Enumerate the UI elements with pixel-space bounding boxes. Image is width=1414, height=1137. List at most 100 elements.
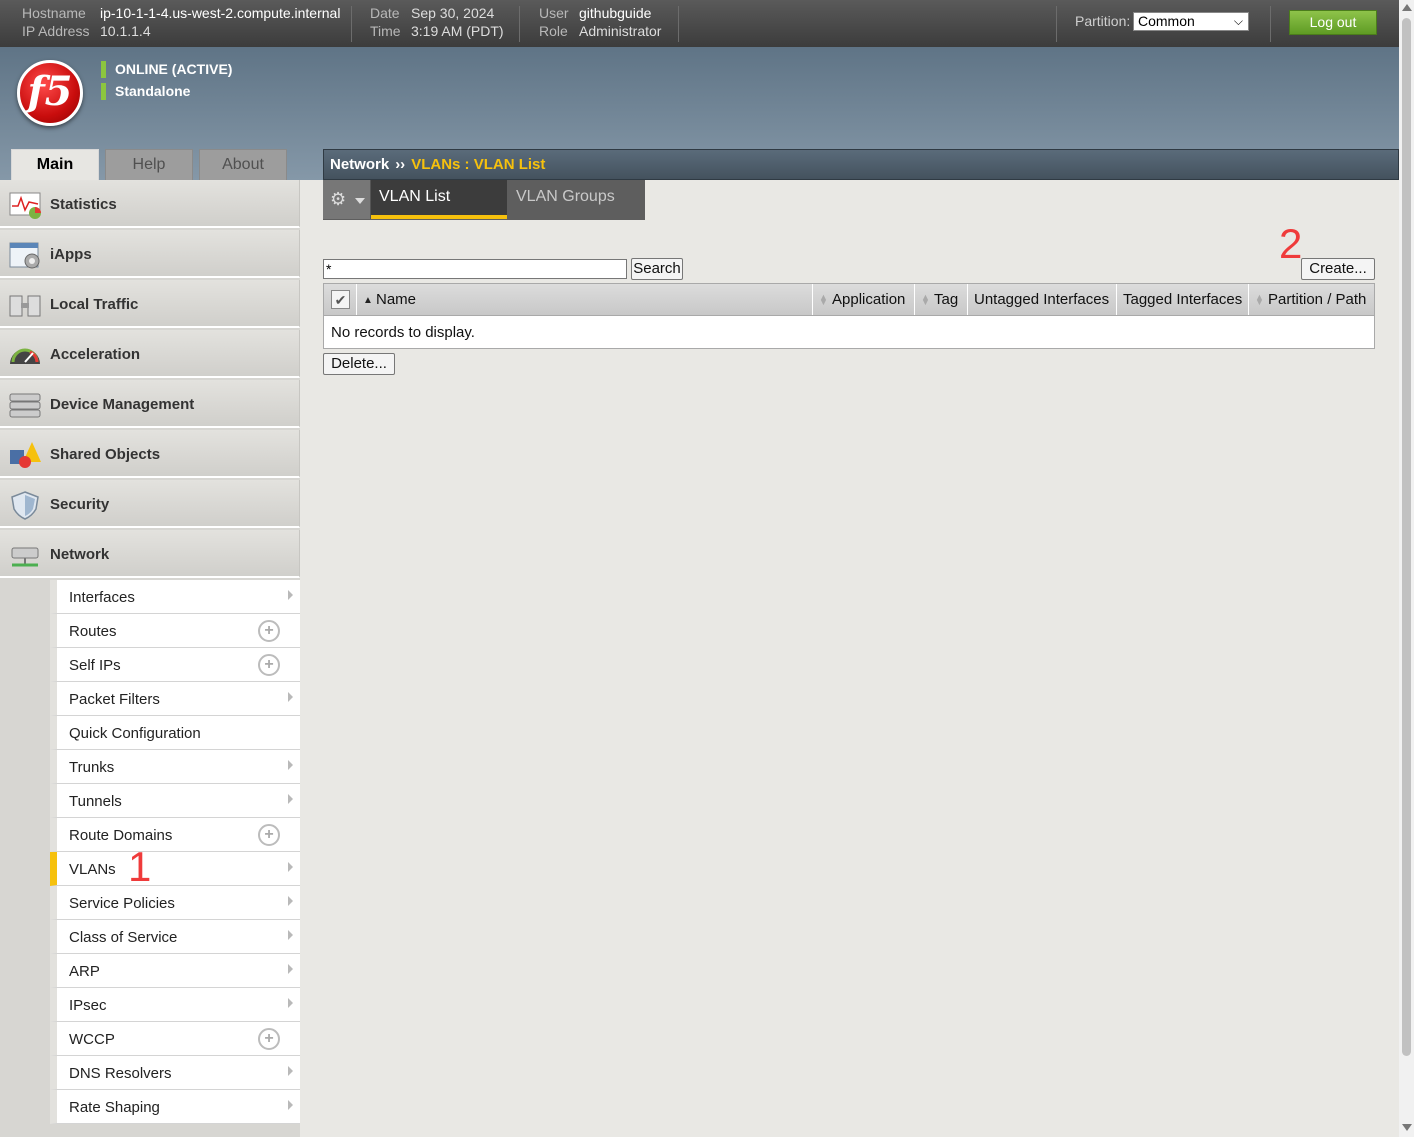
gear-icon[interactable]: ⚙ — [323, 180, 371, 219]
subnav-item-wccp[interactable]: WCCP + — [50, 1022, 300, 1056]
subnav-item-quick-configuration[interactable]: Quick Configuration — [50, 716, 300, 750]
column-untagged-interfaces: Untagged Interfaces — [968, 284, 1117, 315]
subnav-label: Packet Filters — [69, 691, 160, 708]
role-value: Administrator — [579, 23, 662, 39]
breadcrumb-section[interactable]: Network — [330, 156, 389, 173]
hostname-label: Hostname — [22, 5, 86, 21]
add-icon[interactable]: + — [258, 824, 280, 846]
subnav-item-vlans[interactable]: VLANs — [50, 852, 300, 886]
tab-about[interactable]: About — [199, 149, 287, 180]
add-icon[interactable]: + — [258, 654, 280, 676]
subtab-bar: ⚙ VLAN List VLAN Groups — [323, 180, 645, 220]
subnav-item-dns-resolvers[interactable]: DNS Resolvers — [50, 1056, 300, 1090]
subnav-item-interfaces[interactable]: Interfaces — [50, 580, 300, 614]
sidebar-item-security[interactable]: Security — [0, 480, 300, 528]
table-header: ✔ ▲ Name ▲ ▼ Application ▲ ▼ Tag Untagged Int… — [324, 284, 1374, 316]
subnav-label: Tunnels — [69, 793, 122, 810]
user-label: User — [539, 5, 569, 21]
sidebar-item-acceleration[interactable]: Acceleration — [0, 330, 300, 378]
time-label: Time — [370, 23, 401, 39]
partition-select[interactable]: Common ⌵ — [1133, 12, 1249, 31]
page-scrollbar[interactable] — [1399, 0, 1414, 1137]
sidebar-item-label: Statistics — [50, 196, 117, 213]
chevron-down-icon: ⌵ — [1233, 14, 1243, 28]
subnav-label: IPsec — [69, 997, 107, 1014]
logout-button[interactable]: Log out — [1289, 10, 1377, 35]
scroll-up-arrow[interactable] — [1402, 4, 1412, 11]
subnav-item-ipsec[interactable]: IPsec — [50, 988, 300, 1022]
select-all-checkbox[interactable]: ✔ — [331, 290, 350, 309]
sidebar-item-shared-objects[interactable]: Shared Objects — [0, 430, 300, 478]
subnav-label: Interfaces — [69, 589, 135, 606]
subnav-label: Route Domains — [69, 827, 173, 844]
search-button[interactable]: Search — [631, 258, 683, 280]
delete-button[interactable]: Delete... — [323, 353, 395, 375]
subnav-item-class-of-service[interactable]: Class of Service — [50, 920, 300, 954]
sidebar-item-label: iApps — [50, 246, 92, 263]
hostname-value: ip-10-1-1-4.us-west-2.compute.internal — [100, 5, 341, 21]
chevron-right-icon — [288, 930, 293, 940]
subnav-label: ARP — [69, 963, 100, 980]
network-submenu: Interfaces Routes + Self IPs + Packet Filt… — [50, 580, 300, 1124]
date-value: Sep 30, 2024 — [411, 5, 495, 21]
tab-help[interactable]: Help — [105, 149, 193, 180]
scroll-down-arrow[interactable] — [1402, 1124, 1412, 1131]
subnav-label: DNS Resolvers — [69, 1065, 172, 1082]
chevron-right-icon — [288, 862, 293, 872]
chevron-right-icon — [288, 794, 293, 804]
column-application[interactable]: ▲ ▼ Application — [813, 284, 915, 315]
partition-value: Common — [1138, 13, 1195, 29]
subnav-item-rate-shaping[interactable]: Rate Shaping — [50, 1090, 300, 1124]
chevron-right-icon — [288, 896, 293, 906]
add-icon[interactable]: + — [258, 620, 280, 642]
column-label: Tag — [934, 291, 959, 308]
sort-icon: ▲ ▼ — [921, 292, 930, 308]
sidebar-item-label: Local Traffic — [50, 296, 139, 313]
create-button[interactable]: Create... — [1301, 258, 1375, 280]
sidebar-item-device-management[interactable]: Device Management — [0, 380, 300, 428]
subnav-label: Class of Service — [69, 929, 178, 946]
divider — [519, 6, 520, 42]
column-partition-path[interactable]: ▲ ▼ Partition / Path — [1249, 284, 1374, 315]
subnav-label: Rate Shaping — [69, 1099, 160, 1116]
column-tag[interactable]: ▲ ▼ Tag — [915, 284, 968, 315]
tab-main[interactable]: Main — [11, 149, 99, 180]
subnav-label: Routes — [69, 623, 117, 640]
subnav-item-routes[interactable]: Routes + — [50, 614, 300, 648]
divider — [351, 6, 352, 42]
subnav-item-route-domains[interactable]: Route Domains + — [50, 818, 300, 852]
add-icon[interactable]: + — [258, 1028, 280, 1050]
local-traffic-icon — [9, 295, 41, 317]
subnav-item-tunnels[interactable]: Tunnels — [50, 784, 300, 818]
chevron-down-icon — [355, 198, 365, 204]
subnav-item-trunks[interactable]: Trunks — [50, 750, 300, 784]
sidebar-item-statistics[interactable]: Statistics — [0, 180, 300, 228]
subnav-item-packet-filters[interactable]: Packet Filters — [50, 682, 300, 716]
breadcrumb: Network ›› VLANs : VLAN List — [323, 149, 1399, 180]
chevron-right-icon — [288, 998, 293, 1008]
sidebar-item-network[interactable]: Network — [0, 530, 300, 578]
divider — [1270, 6, 1271, 42]
f5-logo: f5 — [17, 60, 83, 126]
search-input[interactable]: * — [323, 259, 627, 279]
sidebar-item-local-traffic[interactable]: Local Traffic — [0, 280, 300, 328]
shared-objects-icon — [10, 442, 41, 468]
subnav-item-service-policies[interactable]: Service Policies — [50, 886, 300, 920]
tab-vlan-groups[interactable]: VLAN Groups — [508, 180, 645, 219]
role-label: Role — [539, 23, 568, 39]
column-name[interactable]: ▲ Name — [357, 284, 813, 315]
scroll-thumb[interactable] — [1402, 18, 1411, 1056]
top-bar: Hostname ip-10-1-1-4.us-west-2.compute.in… — [0, 0, 1399, 47]
chevron-right-icon — [288, 964, 293, 974]
iapps-icon — [9, 242, 40, 269]
sidebar-item-iapps[interactable]: iApps — [0, 230, 300, 278]
subnav-item-self-ips[interactable]: Self IPs + — [50, 648, 300, 682]
sidebar-item-label: Device Management — [50, 396, 195, 413]
breadcrumb-separator: ›› — [395, 156, 406, 173]
shield-icon — [11, 491, 39, 520]
date-label: Date — [370, 5, 400, 21]
sort-asc-icon: ▲ — [363, 294, 373, 306]
user-info: User githubguide Role Administrator — [539, 4, 661, 40]
subnav-item-arp[interactable]: ARP — [50, 954, 300, 988]
tab-vlan-list[interactable]: VLAN List — [371, 180, 507, 219]
